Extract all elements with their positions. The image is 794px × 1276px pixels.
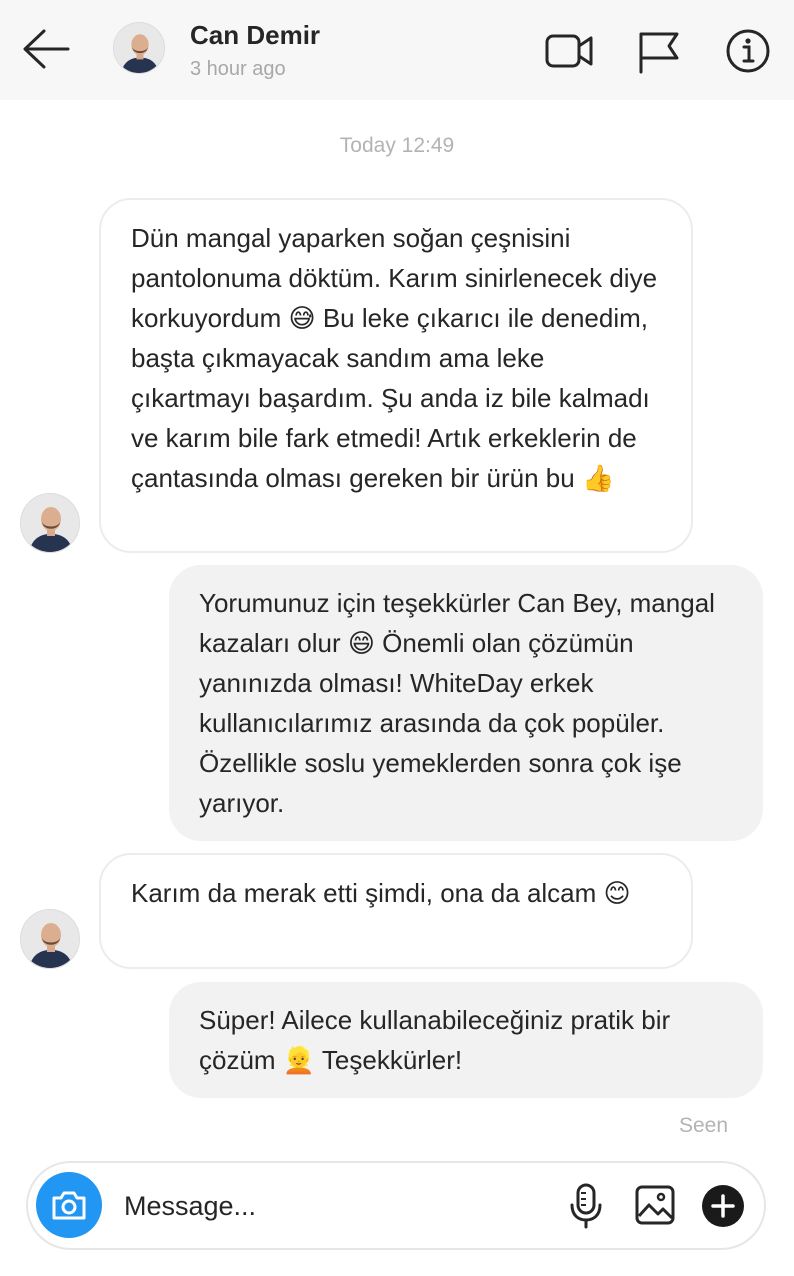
message-text: Dün mangal yaparken soğan çeşnisini pant… (131, 223, 665, 493)
outgoing-message-bubble[interactable]: Süper! Ailece kullanabileceğiniz pratik … (169, 982, 763, 1098)
message-text: Yorumunuz için teşekkürler Can Bey, mang… (199, 588, 723, 818)
contact-avatar[interactable] (113, 22, 165, 74)
video-camera-icon (545, 34, 593, 68)
chat-header: Can Demir 3 hour ago (0, 0, 794, 100)
seen-indicator: Seen (678, 1114, 728, 1137)
message-text: Süper! Ailece kullanabileceğiniz pratik … (199, 1005, 678, 1075)
flag-icon (639, 32, 679, 74)
video-call-button[interactable] (543, 26, 595, 76)
microphone-icon (570, 1183, 602, 1229)
info-icon (726, 29, 770, 73)
sender-avatar[interactable] (20, 909, 80, 969)
voice-message-button[interactable] (564, 1183, 608, 1229)
report-button[interactable] (633, 26, 685, 76)
contact-status: 3 hour ago (190, 58, 286, 80)
incoming-message-bubble[interactable]: Karım da merak etti şimdi, ona da alcam … (99, 853, 693, 969)
outgoing-message-bubble[interactable]: Yorumunuz için teşekkürler Can Bey, mang… (169, 565, 763, 841)
chat-screen: Can Demir 3 hour ago Today 12:49 Dün man… (0, 0, 794, 1276)
incoming-message-bubble[interactable]: Dün mangal yaparken soğan çeşnisini pant… (99, 198, 693, 553)
back-button[interactable] (20, 26, 70, 72)
back-arrow-icon (23, 29, 70, 69)
contact-name[interactable]: Can Demir (190, 20, 320, 51)
image-icon (635, 1185, 675, 1225)
info-button[interactable] (722, 26, 774, 76)
gallery-button[interactable] (633, 1183, 677, 1229)
more-options-button[interactable] (701, 1183, 745, 1229)
message-composer (26, 1161, 766, 1250)
camera-icon (52, 1191, 86, 1220)
sender-avatar[interactable] (20, 493, 80, 553)
message-text: Karım da merak etti şimdi, ona da alcam … (131, 878, 631, 908)
thread-timestamp: Today 12:49 (339, 134, 455, 157)
plus-icon (702, 1185, 744, 1227)
camera-button[interactable] (36, 1172, 102, 1238)
message-input[interactable] (124, 1185, 544, 1227)
